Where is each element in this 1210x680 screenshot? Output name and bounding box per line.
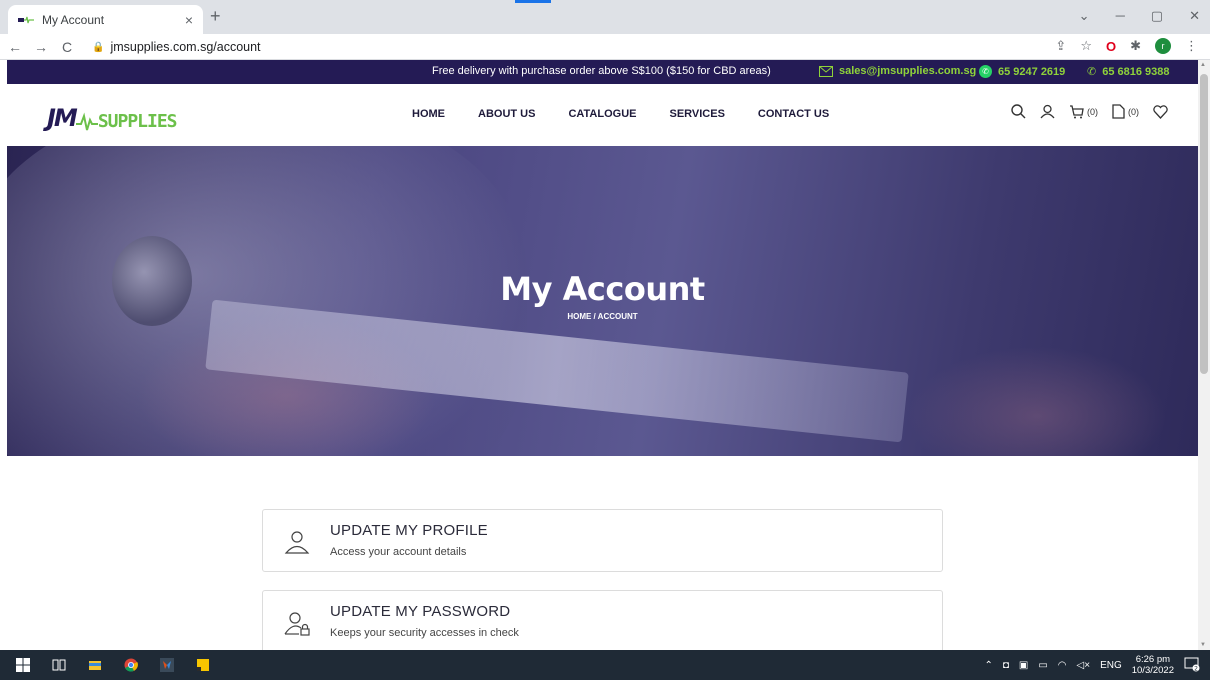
back-icon[interactable]: ← [4, 39, 26, 55]
app-icon[interactable] [160, 658, 174, 672]
contact-email-text: sales@jmsupplies.com.sg [839, 65, 977, 77]
wifi-icon[interactable]: ◠ [1058, 660, 1067, 671]
site-header: JM SUPPLIES HOME ABOUT US CATALOGUE SERV… [7, 84, 1198, 146]
nav-contact-us[interactable]: CONTACT US [758, 108, 829, 120]
nav-services[interactable]: SERVICES [669, 108, 724, 120]
contact-phone[interactable]: ✆ 65 6816 9388 [1087, 65, 1170, 79]
task-view-icon[interactable] [52, 658, 66, 672]
wishlist-heart-icon[interactable] [1153, 104, 1168, 119]
card-title: UPDATE MY PROFILE [330, 522, 488, 539]
tab-close-icon[interactable]: × [185, 12, 193, 28]
battery-icon[interactable]: ▭ [1038, 660, 1047, 671]
clock-time: 6:26 pm [1135, 654, 1171, 665]
url-text: jmsupplies.com.sg/account [110, 40, 261, 54]
card-description: Keeps your security accesses in check [330, 627, 519, 639]
delivery-promo: Free delivery with purchase order above … [432, 65, 771, 77]
scroll-down-arrow-icon[interactable]: ▼ [1200, 642, 1206, 648]
clock-date: 10/3/2022 [1131, 665, 1174, 676]
hero-bg-hand-right [907, 346, 1167, 456]
cart-icon [1070, 105, 1084, 119]
browser-address-bar: ← → C 🔒 jmsupplies.com.sg/account ⇪ ☆ O … [0, 34, 1210, 60]
opera-extension-icon[interactable]: O [1106, 39, 1116, 54]
bookmark-star-icon[interactable]: ☆ [1080, 38, 1092, 54]
contact-email[interactable]: sales@jmsupplies.com.sg [819, 65, 976, 77]
user-icon [284, 531, 310, 554]
minimize-icon[interactable]: ─ [1116, 8, 1125, 24]
whatsapp-icon: ✆ [979, 65, 992, 78]
phone-icon: ✆ [1087, 66, 1097, 78]
tray-app-icon[interactable]: ▣ [1019, 660, 1028, 671]
contact-whatsapp[interactable]: ✆ 65 9247 2619 [979, 65, 1065, 78]
contact-whatsapp-text: 65 9247 2619 [998, 65, 1066, 78]
card-description: Access your account details [330, 546, 467, 558]
scroll-up-arrow-icon[interactable]: ▲ [1200, 62, 1206, 68]
tray-chevron-icon[interactable]: ⌃ [984, 660, 992, 671]
url-field[interactable]: 🔒 jmsupplies.com.sg/account [92, 37, 1102, 57]
heartbeat-icon [75, 112, 98, 131]
notification-icon[interactable]: 2 [1184, 656, 1200, 675]
chrome-icon[interactable] [124, 658, 138, 672]
quote-button[interactable]: (0) [1112, 104, 1139, 119]
svg-text:2: 2 [1194, 665, 1198, 672]
new-tab-button[interactable]: + [210, 6, 221, 27]
cart-button[interactable]: (0) [1069, 104, 1098, 119]
browser-tab[interactable]: My Account × [8, 5, 203, 34]
language-indicator[interactable]: ENG [1100, 660, 1122, 671]
update-profile-card[interactable]: UPDATE MY PROFILE Access your account de… [262, 509, 943, 572]
forward-icon[interactable]: → [30, 39, 52, 55]
mail-icon [819, 65, 833, 77]
volume-muted-icon[interactable]: ◁× [1077, 660, 1091, 671]
site-logo[interactable]: JM SUPPLIES [47, 104, 178, 132]
page-scrollbar[interactable]: ▲ ▼ [1198, 60, 1210, 650]
account-icon[interactable] [1040, 104, 1055, 119]
window-controls: ⌄ ─ ▢ ✕ [1079, 8, 1200, 24]
card-title: UPDATE MY PASSWORD [330, 603, 511, 620]
windows-start-icon[interactable] [16, 658, 30, 672]
site-top-bar: Free delivery with purchase order above … [7, 60, 1198, 84]
quote-count: (0) [1128, 106, 1139, 117]
search-icon[interactable] [1011, 104, 1026, 119]
breadcrumb[interactable]: HOME / ACCOUNT [7, 312, 1198, 321]
tab-title: My Account [42, 12, 105, 27]
browser-menu-icon[interactable]: ⋮ [1185, 38, 1198, 54]
maximize-icon[interactable]: ▢ [1151, 8, 1163, 24]
lock-icon[interactable]: 🔒 [92, 42, 104, 53]
site-favicon-icon [18, 15, 34, 25]
logo-mark: JM [47, 104, 78, 132]
sticky-notes-icon[interactable] [196, 658, 210, 672]
nav-catalogue[interactable]: CATALOGUE [568, 108, 636, 120]
page-title: My Account [500, 270, 705, 308]
nav-about-us[interactable]: ABOUT US [478, 108, 535, 120]
scrollbar-thumb[interactable] [1200, 74, 1208, 374]
main-nav: HOME ABOUT US CATALOGUE SERVICES CONTACT… [412, 108, 829, 120]
document-icon [1112, 104, 1125, 119]
file-explorer-icon[interactable] [88, 658, 102, 672]
nav-home[interactable]: HOME [412, 108, 445, 120]
browser-tab-bar: My Account × + ⌄ ─ ▢ ✕ [0, 0, 1210, 34]
user-lock-icon [284, 612, 310, 636]
profile-avatar-icon[interactable]: r [1155, 38, 1171, 54]
extensions-puzzle-icon[interactable]: ✱ [1130, 38, 1141, 54]
logo-text: SUPPLIES [97, 111, 178, 132]
close-window-icon[interactable]: ✕ [1189, 8, 1200, 24]
meet-now-icon[interactable]: ◘ [1003, 660, 1009, 671]
tab-indicator [515, 0, 551, 3]
system-tray: ⌃ ◘ ▣ ▭ ◠ ◁× ENG 6:26 pm 10/3/2022 2 [984, 654, 1200, 676]
toolbar-icons: ⇪ ☆ O ✱ r ⋮ [1055, 38, 1198, 54]
hero-banner: My Account HOME / ACCOUNT [7, 146, 1198, 456]
header-icons: (0) (0) [1011, 104, 1168, 119]
windows-taskbar: ⌃ ◘ ▣ ▭ ◠ ◁× ENG 6:26 pm 10/3/2022 2 [0, 650, 1210, 680]
share-icon[interactable]: ⇪ [1055, 38, 1066, 54]
cart-count: (0) [1087, 106, 1098, 117]
system-clock[interactable]: 6:26 pm 10/3/2022 [1132, 654, 1174, 676]
tab-search-icon[interactable]: ⌄ [1079, 8, 1090, 24]
contact-phone-text: 65 6816 9388 [1102, 65, 1170, 78]
reload-icon[interactable]: C [56, 39, 78, 55]
update-password-card[interactable]: UPDATE MY PASSWORD Keeps your security a… [262, 590, 943, 653]
